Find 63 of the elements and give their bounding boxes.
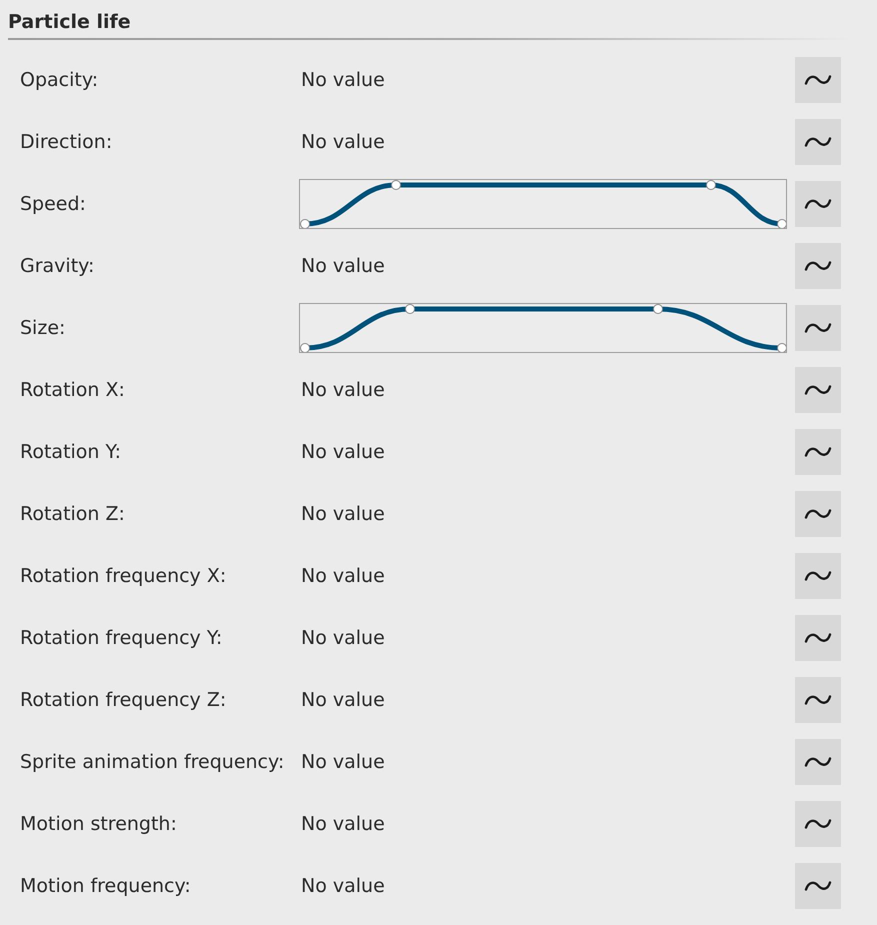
property-label: Rotation Y: bbox=[20, 441, 121, 463]
property-label: Direction: bbox=[20, 131, 112, 153]
curve-toggle-button[interactable] bbox=[795, 863, 841, 909]
wave-icon bbox=[804, 383, 832, 397]
property-label: Sprite animation frequency: bbox=[20, 751, 284, 773]
property-value: No value bbox=[300, 565, 385, 587]
property-value: No value bbox=[300, 751, 385, 773]
property-value: No value bbox=[300, 689, 385, 711]
wave-icon bbox=[804, 879, 832, 893]
property-label: Motion frequency: bbox=[20, 875, 191, 897]
curve-toggle-button[interactable] bbox=[795, 119, 841, 165]
curve-handle-icon[interactable] bbox=[405, 304, 415, 314]
wave-icon bbox=[804, 135, 832, 149]
property-label: Rotation X: bbox=[20, 379, 125, 401]
wave-icon bbox=[804, 259, 832, 273]
property-label: Motion strength: bbox=[20, 813, 177, 835]
property-label: Rotation frequency Y: bbox=[20, 627, 222, 649]
curve-toggle-button[interactable] bbox=[795, 491, 841, 537]
property-value: No value bbox=[300, 69, 385, 91]
section-title: Particle life bbox=[8, 10, 131, 35]
curve-toggle-button[interactable] bbox=[795, 739, 841, 785]
wave-icon bbox=[804, 817, 832, 831]
property-value: No value bbox=[300, 441, 385, 463]
property-value: No value bbox=[300, 131, 385, 153]
curve-toggle-button[interactable] bbox=[795, 429, 841, 475]
property-value: No value bbox=[300, 503, 385, 525]
curve-toggle-button[interactable] bbox=[795, 801, 841, 847]
curve-toggle-button[interactable] bbox=[795, 181, 841, 227]
curve-toggle-button[interactable] bbox=[795, 305, 841, 351]
curve-toggle-button[interactable] bbox=[795, 57, 841, 103]
property-value: No value bbox=[300, 813, 385, 835]
curve-toggle-button[interactable] bbox=[795, 367, 841, 413]
property-label: Speed: bbox=[20, 193, 86, 215]
property-label: Opacity: bbox=[20, 69, 98, 91]
wave-icon bbox=[804, 631, 832, 645]
property-label: Rotation frequency Z: bbox=[20, 689, 226, 711]
wave-icon bbox=[804, 445, 832, 459]
curve-handle-icon[interactable] bbox=[391, 180, 401, 190]
wave-icon bbox=[804, 197, 832, 211]
property-label: Rotation frequency X: bbox=[20, 565, 226, 587]
property-value: No value bbox=[300, 379, 385, 401]
wave-icon bbox=[804, 693, 832, 707]
property-label: Gravity: bbox=[20, 255, 94, 277]
curve-handle-icon[interactable] bbox=[777, 343, 786, 352]
curve-handle-icon[interactable] bbox=[706, 180, 716, 190]
curve-toggle-button[interactable] bbox=[795, 615, 841, 661]
wave-icon bbox=[804, 73, 832, 87]
property-value: No value bbox=[300, 875, 385, 897]
wave-icon bbox=[804, 321, 832, 335]
curve-toggle-button[interactable] bbox=[795, 243, 841, 289]
property-value: No value bbox=[300, 627, 385, 649]
wave-icon bbox=[804, 507, 832, 521]
wave-icon bbox=[804, 755, 832, 769]
wave-icon bbox=[804, 569, 832, 583]
property-label: Rotation Z: bbox=[20, 503, 125, 525]
curve-toggle-button[interactable] bbox=[795, 553, 841, 599]
curve-toggle-button[interactable] bbox=[795, 677, 841, 723]
curve-handle-icon[interactable] bbox=[653, 304, 663, 314]
property-label: Size: bbox=[20, 317, 66, 339]
property-value: No value bbox=[300, 255, 385, 277]
curve-handle-icon[interactable] bbox=[300, 343, 310, 352]
curve-handle-icon[interactable] bbox=[777, 219, 786, 228]
curve-handle-icon[interactable] bbox=[300, 219, 310, 228]
